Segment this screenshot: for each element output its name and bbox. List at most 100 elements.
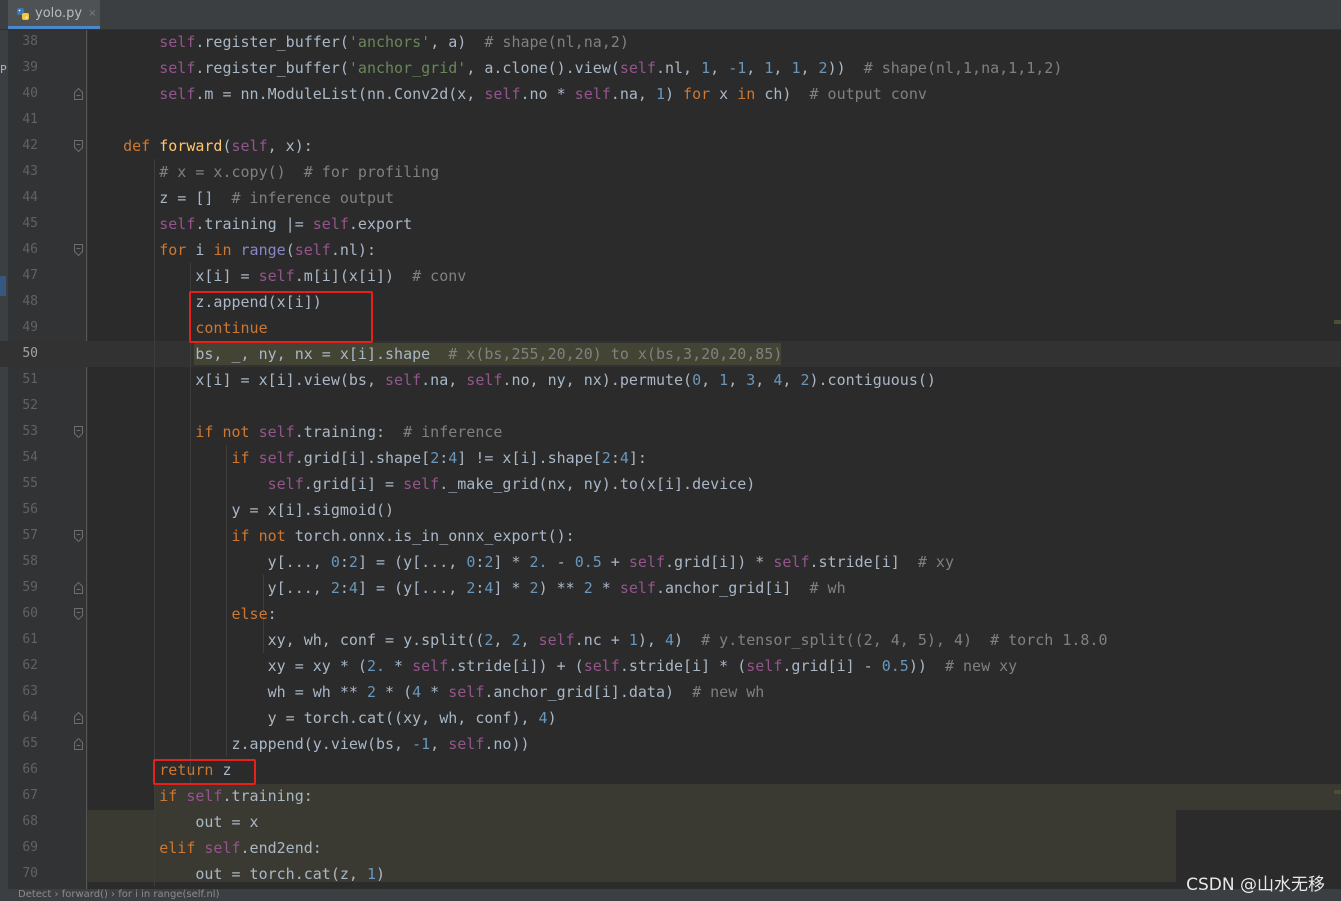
line-number: 54 (22, 450, 38, 465)
line-number: 70 (22, 866, 38, 881)
line-number: 65 (22, 736, 38, 751)
code-text: self.grid[i] = self._make_grid(nx, ny).t… (267, 475, 756, 493)
code-line[interactable]: 50 bs, _, ny, nx = x[i].shape # x(bs,255… (0, 341, 1341, 367)
code-line[interactable]: 47 x[i] = self.m[i](x[i]) # conv (0, 263, 1341, 289)
line-number: 39 (22, 60, 38, 75)
breadcrumb-bar: Detect › forward() › for i in range(self… (0, 889, 1341, 901)
code-text: for i in range(self.nl): (159, 241, 376, 259)
close-tab-icon[interactable]: × (88, 8, 96, 19)
line-number: 45 (22, 216, 38, 231)
code-line[interactable]: 53 if not self.training: # inference (0, 419, 1341, 445)
code-text: else: (231, 605, 277, 623)
code-line[interactable]: 54 if self.grid[i].shape[2:4] != x[i].sh… (0, 445, 1341, 471)
code-line[interactable]: 60 else: (0, 601, 1341, 627)
code-text: y[..., 2:4] = (y[..., 2:4] * 2) ** 2 * s… (87, 579, 846, 597)
code-line[interactable]: 57 if not torch.onnx.is_in_onnx_export()… (0, 523, 1341, 549)
code-text: x[i] = x[i].view(bs, self.na, self.no, n… (87, 371, 936, 389)
line-number: 42 (22, 138, 38, 153)
code-line[interactable]: 64 y = torch.cat((xy, wh, conf), 4) (0, 705, 1341, 731)
scrollbar-marker[interactable] (1334, 790, 1341, 794)
fold-end-icon[interactable] (74, 712, 83, 724)
code-line[interactable]: 68 out = x (0, 809, 1341, 835)
line-number: 69 (22, 840, 38, 855)
line-number: 49 (22, 320, 38, 335)
code-text: def forward(self, x): (123, 137, 313, 155)
code-line[interactable]: 67 if self.training: (0, 783, 1341, 809)
code-text: # x = x.copy() # for profiling (159, 163, 440, 181)
code-text: if self.training: (159, 787, 313, 805)
code-text: y[..., 0:2] = (y[..., 0:2] * 2. - 0.5 + … (87, 553, 954, 571)
line-number: 50 (22, 346, 38, 361)
fold-end-icon[interactable] (74, 738, 83, 750)
code-text: out = torch.cat(z, 1) (87, 865, 386, 883)
tab-yolo-py[interactable]: yolo.py × (8, 0, 100, 29)
code-text: elif self.end2end: (159, 839, 322, 857)
code-text: x[i] = self.m[i](x[i]) # conv (87, 267, 467, 285)
code-text: self.register_buffer('anchor_grid', a.cl… (159, 59, 1063, 77)
code-line[interactable]: 63 wh = wh ** 2 * (4 * self.anchor_grid[… (0, 679, 1341, 705)
fold-end-icon[interactable] (74, 88, 83, 100)
line-number: 62 (22, 658, 38, 673)
code-text: y = torch.cat((xy, wh, conf), 4) (87, 709, 557, 727)
scrollbar-marker[interactable] (1334, 320, 1341, 324)
line-number: 40 (22, 86, 38, 101)
code-text: self.training |= self.export (159, 215, 413, 233)
code-text: self.m = nn.ModuleList(nn.Conv2d(x, self… (159, 85, 927, 103)
code-line[interactable]: 58 y[..., 0:2] = (y[..., 0:2] * 2. - 0.5… (0, 549, 1341, 575)
tab-label: yolo.py (35, 5, 83, 21)
line-number: 68 (22, 814, 38, 829)
code-line[interactable]: 61 xy, wh, conf = y.split((2, 2, self.nc… (0, 627, 1341, 653)
line-number: 48 (22, 294, 38, 309)
code-line[interactable]: 51 x[i] = x[i].view(bs, self.na, self.no… (0, 367, 1341, 393)
fold-start-icon[interactable] (74, 426, 83, 438)
line-number: 46 (22, 242, 38, 257)
line-number: 38 (22, 34, 38, 49)
code-line[interactable]: 40 self.m = nn.ModuleList(nn.Conv2d(x, s… (0, 81, 1341, 107)
code-text: if not self.training: # inference (195, 423, 503, 441)
line-number: 60 (22, 606, 38, 621)
code-line[interactable]: 43 # x = x.copy() # for profiling (0, 159, 1341, 185)
line-number: 61 (22, 632, 38, 647)
code-line[interactable]: 46 for i in range(self.nl): (0, 237, 1341, 263)
line-number: 52 (22, 398, 38, 413)
code-text: self.register_buffer('anchors', a) # sha… (159, 33, 629, 51)
fold-end-icon[interactable] (74, 582, 83, 594)
fold-start-icon[interactable] (74, 608, 83, 620)
python-file-icon (16, 6, 30, 20)
line-number: 47 (22, 268, 38, 283)
code-line[interactable]: 65 z.append(y.view(bs, -1, self.no)) (0, 731, 1341, 757)
breadcrumb[interactable]: Detect › forward() › for i in range(self… (18, 889, 220, 901)
annotation-box-return (153, 759, 256, 785)
code-line[interactable]: 69 elif self.end2end: (0, 835, 1341, 861)
line-number: 56 (22, 502, 38, 517)
line-number: 51 (22, 372, 38, 387)
line-number: 59 (22, 580, 38, 595)
code-line[interactable]: 41 (0, 107, 1341, 133)
code-line[interactable]: 44 z = [] # inference output (0, 185, 1341, 211)
code-line[interactable]: 70 out = torch.cat(z, 1) (0, 861, 1341, 887)
code-line[interactable]: 39 self.register_buffer('anchor_grid', a… (0, 55, 1341, 81)
annotation-box-append-continue (189, 291, 373, 343)
code-text: wh = wh ** 2 * (4 * self.anchor_grid[i].… (87, 683, 765, 701)
line-number: 63 (22, 684, 38, 699)
code-editor[interactable]: 38 self.register_buffer('anchors', a) # … (0, 30, 1341, 890)
code-line[interactable]: 55 self.grid[i] = self._make_grid(nx, ny… (0, 471, 1341, 497)
code-text: bs, _, ny, nx = x[i].shape # x(bs,255,20… (87, 345, 783, 363)
code-text: z.append(y.view(bs, -1, self.no)) (87, 735, 530, 753)
fold-start-icon[interactable] (74, 140, 83, 152)
line-number: 55 (22, 476, 38, 491)
code-text: xy, wh, conf = y.split((2, 2, self.nc + … (87, 631, 1108, 649)
code-line[interactable]: 38 self.register_buffer('anchors', a) # … (0, 29, 1341, 55)
code-text: out = x (87, 813, 259, 831)
code-line[interactable]: 56 y = x[i].sigmoid() (0, 497, 1341, 523)
fold-start-icon[interactable] (74, 530, 83, 542)
code-line[interactable]: 45 self.training |= self.export (0, 211, 1341, 237)
code-line[interactable]: 42 def forward(self, x): (0, 133, 1341, 159)
code-line[interactable]: 59 y[..., 2:4] = (y[..., 2:4] * 2) ** 2 … (0, 575, 1341, 601)
code-line[interactable]: 62 xy = xy * (2. * self.stride[i]) + (se… (0, 653, 1341, 679)
line-number: 53 (22, 424, 38, 439)
code-text: xy = xy * (2. * self.stride[i]) + (self.… (87, 657, 1018, 675)
fold-start-icon[interactable] (74, 244, 83, 256)
line-number: 41 (22, 112, 38, 127)
code-line[interactable]: 52 (0, 393, 1341, 419)
